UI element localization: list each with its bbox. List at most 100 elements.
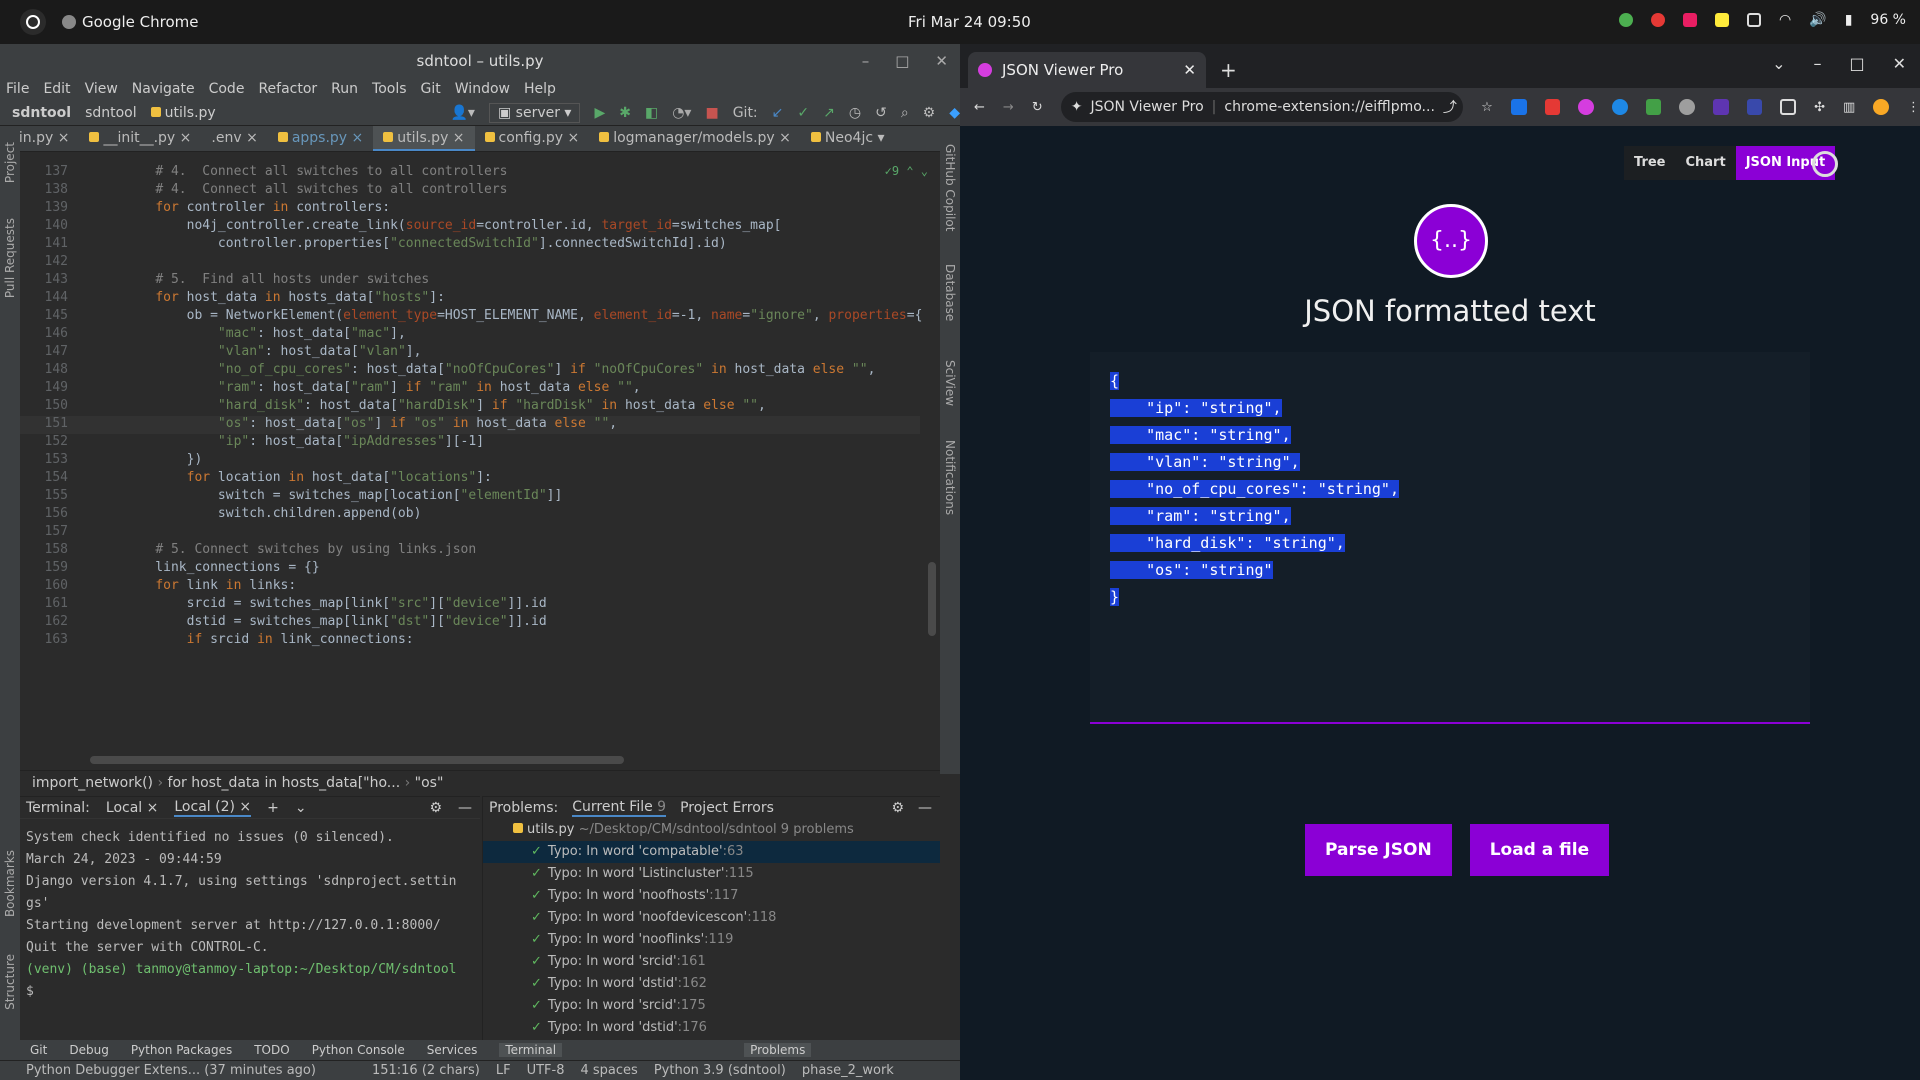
code-line[interactable]: controller.properties["connectedSwitchId… [124, 236, 727, 251]
ext-6-icon[interactable] [1679, 99, 1695, 115]
toolwin-python-console[interactable]: Python Console [312, 1043, 405, 1057]
tab-tree[interactable]: Tree [1624, 146, 1676, 180]
extensions-puzzle-icon[interactable]: ✣ [1814, 100, 1825, 115]
status-message[interactable]: Python Debugger Extens... (37 minutes ag… [26, 1063, 316, 1078]
tab-init[interactable]: __init__.py × [79, 126, 201, 151]
profile-avatar[interactable] [1873, 99, 1889, 115]
add-terminal-icon[interactable]: + [267, 800, 279, 816]
code-line[interactable]: "hard_disk": host_data["hardDisk"] if "h… [124, 398, 766, 413]
plugin-icon[interactable]: ◆ [949, 105, 960, 121]
code-line[interactable]: link_connections = {} [124, 560, 319, 575]
code-line[interactable]: ob = NetworkElement(element_type=HOST_EL… [124, 308, 923, 323]
status-interpreter[interactable]: Python 3.9 (sdntool) [654, 1063, 786, 1078]
line-number[interactable]: 161 [20, 596, 68, 611]
line-number[interactable]: 163 [20, 632, 68, 647]
code-line[interactable]: # 4. Connect all switches to all control… [124, 164, 507, 179]
git-push-icon[interactable]: ↗ [823, 105, 835, 121]
menu-help[interactable]: Help [524, 81, 556, 97]
tab-chart[interactable]: Chart [1675, 146, 1736, 180]
code-line[interactable]: if srcid in link_connections: [124, 632, 414, 647]
crumb-loop[interactable]: for host_data in hosts_data["ho... [168, 775, 401, 791]
line-number[interactable]: 151 [20, 416, 68, 431]
breadcrumb-package[interactable]: sdntool [85, 105, 137, 121]
code-line[interactable]: for host_data in hosts_data["hosts"]: [124, 290, 445, 305]
bookmark-star-icon[interactable]: ☆ [1481, 100, 1493, 115]
close-tab-icon[interactable]: ✕ [1183, 61, 1196, 79]
terminal-hide-icon[interactable]: — [458, 800, 472, 816]
menu-tools[interactable]: Tools [372, 81, 407, 97]
problems-file-row[interactable]: utils.py ~/Desktop/CM/sdntool/sdntool 9 … [483, 819, 940, 841]
chrome-tab[interactable]: JSON Viewer Pro ✕ [968, 52, 1206, 88]
tab-neo4j[interactable]: Neo4jc ▾ [801, 126, 895, 151]
debug-icon[interactable]: ✱ [619, 105, 631, 121]
menu-navigate[interactable]: Navigate [132, 81, 195, 97]
line-number[interactable]: 141 [20, 236, 68, 251]
status-encoding[interactable]: UTF-8 [527, 1063, 565, 1078]
problem-item[interactable]: ✓ Typo: In word 'dstid':176 [483, 1017, 940, 1039]
status-branch[interactable]: phase_2_work [802, 1063, 894, 1078]
address-bar[interactable]: ✦ JSON Viewer Pro | chrome-extension://e… [1060, 92, 1464, 122]
code-line[interactable]: srcid = switches_map[link["src"]["device… [124, 596, 547, 611]
line-number[interactable]: 149 [20, 380, 68, 395]
inspection-widget[interactable]: ✓9 ⌃ ⌄ [885, 164, 928, 178]
load-file-button[interactable]: Load a file [1469, 824, 1610, 876]
line-number[interactable]: 153 [20, 452, 68, 467]
share-icon[interactable]: ⤴ [1443, 97, 1457, 117]
tab-models[interactable]: logmanager/models.py × [589, 126, 801, 151]
maximize-icon[interactable]: □ [1849, 54, 1864, 73]
terminal-settings-icon[interactable]: ⚙ [429, 800, 442, 816]
line-number[interactable]: 145 [20, 308, 68, 323]
code-line[interactable]: "os": host_data["os"] if "os" in host_da… [124, 416, 617, 431]
line-number[interactable]: 143 [20, 272, 68, 287]
line-number[interactable]: 154 [20, 470, 68, 485]
ext-1-icon[interactable] [1510, 99, 1527, 115]
ext-9-icon[interactable] [1780, 99, 1797, 115]
line-number[interactable]: 158 [20, 542, 68, 557]
parse-json-button[interactable]: Parse JSON [1305, 824, 1452, 876]
terminal-dropdown-icon[interactable]: ⌄ [295, 800, 307, 816]
minimize-icon[interactable]: – [862, 44, 870, 78]
tool-github-copilot[interactable]: GitHub Copilot [943, 144, 957, 231]
problem-item[interactable]: ✓ Typo: In word 'compatable':63 [483, 841, 940, 863]
toolwin-terminal[interactable]: Terminal [499, 1043, 563, 1057]
tab-utils[interactable]: utils.py × [373, 126, 475, 151]
menu-code[interactable]: Code [209, 81, 245, 97]
line-number[interactable]: 152 [20, 434, 68, 449]
code-line[interactable]: no4j_controller.create_link(source_id=co… [124, 218, 782, 233]
notes-icon[interactable] [1715, 13, 1730, 27]
line-number[interactable]: 150 [20, 398, 68, 413]
wifi-icon[interactable]: ◠ [1779, 12, 1791, 28]
line-number[interactable]: 147 [20, 344, 68, 359]
line-number[interactable]: 159 [20, 560, 68, 575]
tool-structure[interactable]: Structure [3, 954, 17, 1010]
toolwin-todo[interactable]: TODO [254, 1043, 289, 1057]
run-icon[interactable]: ▶ [594, 105, 605, 121]
close-window-icon[interactable]: ✕ [1893, 54, 1906, 73]
code-line[interactable]: }) [124, 452, 203, 467]
stop-icon[interactable]: ■ [705, 105, 718, 121]
tool-sciview[interactable]: SciView [943, 360, 957, 406]
tool-bookmarks[interactable]: Bookmarks [3, 850, 17, 917]
problems-settings-icon[interactable]: ⚙ [891, 800, 904, 816]
search-icon[interactable]: ⌕ [901, 105, 909, 121]
menu-view[interactable]: View [85, 81, 118, 97]
line-number[interactable]: 138 [20, 182, 68, 197]
status-indent[interactable]: 4 spaces [581, 1063, 638, 1078]
run-config-select[interactable]: ▣ server ▾ [488, 102, 581, 123]
code-line[interactable]: switch.children.append(ob) [124, 506, 422, 521]
line-number[interactable]: 162 [20, 614, 68, 629]
problem-item[interactable]: ✓ Typo: In word 'Listincluster':115 [483, 863, 940, 885]
git-update-icon[interactable]: ↙ [772, 105, 784, 121]
problem-item[interactable]: ✓ Typo: In word 'nooflinks':119 [483, 929, 940, 951]
ext-4-icon[interactable] [1611, 99, 1628, 115]
menu-run[interactable]: Run [331, 81, 358, 97]
code-line[interactable]: for controller in controllers: [124, 200, 390, 215]
problem-item[interactable]: ✓ Typo: In word 'noofdevicescon':118 [483, 907, 940, 929]
active-app-indicator[interactable]: Google Chrome [62, 13, 199, 31]
ext-7-icon[interactable] [1712, 99, 1729, 115]
ext-5-icon[interactable] [1645, 99, 1662, 115]
code-line[interactable]: "ip": host_data["ipAddresses"][-1] [124, 434, 484, 449]
problems-hide-icon[interactable]: — [918, 800, 932, 816]
toolwin-debug[interactable]: Debug [69, 1043, 108, 1057]
line-number[interactable]: 157 [20, 524, 68, 539]
